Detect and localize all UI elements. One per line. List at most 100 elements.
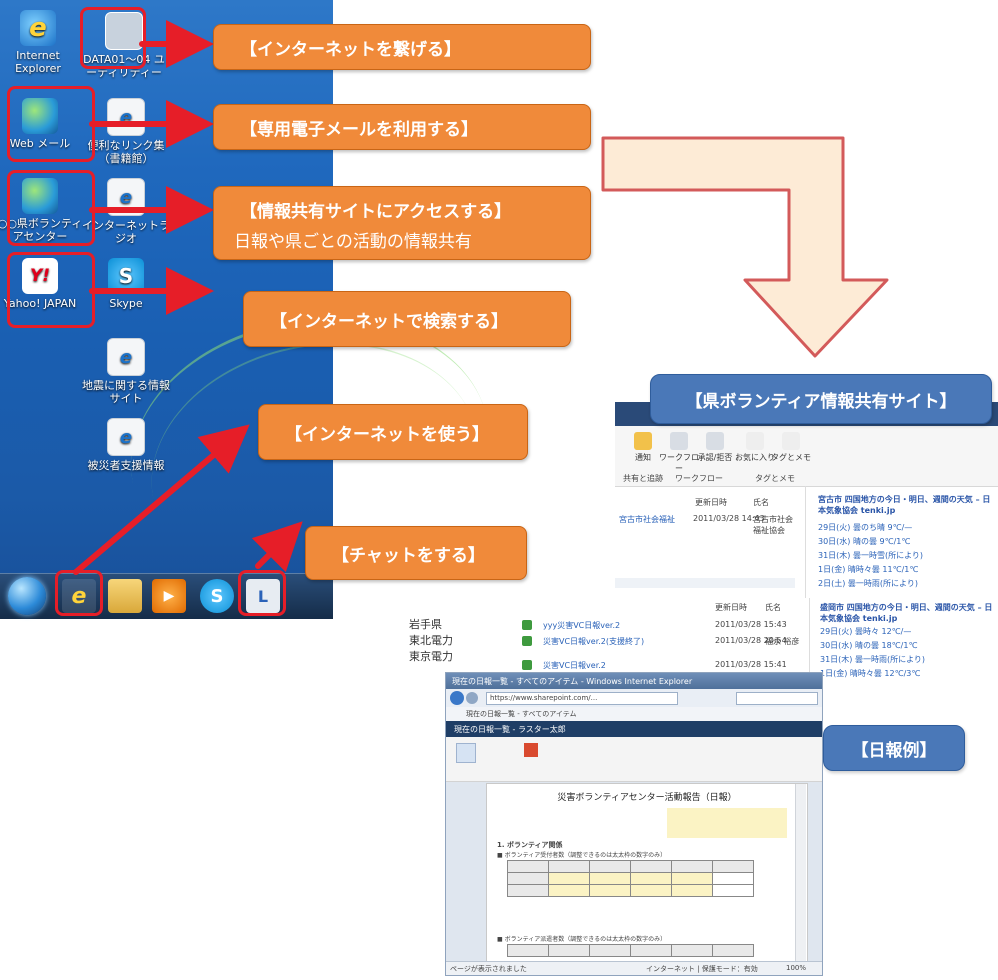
browser-titlebar: 現在の日報一覧 - すべてのアイテム - Windows Internet Ex… (446, 673, 822, 689)
ribbon-tag-button[interactable]: タグとメモ (771, 430, 811, 463)
tag-icon (782, 432, 800, 450)
ribbon-label: 通知 (635, 453, 651, 462)
callout-text: 【インターネットで検索する】 (270, 312, 508, 331)
weather-row[interactable]: 30日(水) 晴の曇 9℃/1℃ (818, 536, 910, 547)
browser-title: 現在の日報一覧 - すべてのアイテム - Windows Internet Ex… (452, 677, 693, 686)
list-cell: 福永 裕彦 (765, 637, 800, 646)
list-cell: 2011/03/28 15:43 (715, 620, 787, 629)
report-page: 災害ボランティアセンター活動報告（日報） 1. ボランティア関係 ■ ボランティ… (486, 783, 808, 963)
ribbon-workflow-button[interactable]: ワークフロー (659, 430, 699, 474)
callout-text: 【インターネットを繋げる】 (240, 40, 461, 59)
document-icon (522, 620, 532, 630)
close-icon[interactable] (524, 743, 538, 757)
dispatch-table (507, 944, 754, 957)
scrollbar[interactable] (615, 578, 795, 588)
arrow-6 (251, 521, 303, 573)
callout-search: 【インターネットで検索する】 (243, 291, 571, 347)
zoom-level[interactable]: 100% (786, 964, 806, 972)
callout-connect-internet: 【インターネットを繋げる】 (213, 24, 591, 70)
security-zone: インターネット | 保護モード：有効 (646, 965, 758, 973)
weather-row[interactable]: 2日(土) 曇一時雨(所により) (818, 578, 918, 589)
callout-chat: 【チャットをする】 (305, 526, 527, 580)
weather-row[interactable]: 1日(金) 晴時々曇 11℃/1℃ (818, 564, 918, 575)
report-ribbon (446, 737, 822, 782)
weather-title-link[interactable]: 宮古市 四国地方の今日・明日、週間の天気 – 日本気象協会 tenki.jp (818, 494, 998, 516)
status-bar: ページが表示されました インターネット | 保護モード：有効 100% (446, 961, 822, 975)
forward-icon[interactable] (466, 692, 478, 704)
document-icon (522, 660, 532, 670)
weather-panel: 宮古市 四国地方の今日・明日、週間の天気 – 日本気象協会 tenki.jp 2… (805, 486, 998, 612)
ribbon-label: ワークフロー (659, 453, 699, 473)
list-item-link[interactable]: 災害VC日報ver.2 (543, 660, 606, 671)
ribbon-label: お気に入り (735, 453, 775, 462)
weather-row[interactable]: 29日(火) 曇時々 12℃/— (820, 626, 911, 637)
report-meta (667, 808, 787, 838)
region-link[interactable]: 東京電力 (409, 648, 453, 664)
callout-email: 【専用電子メールを利用する】 (213, 104, 591, 150)
report-title: 災害ボランティアセンター活動報告（日報） (557, 793, 737, 803)
volunteer-table (507, 860, 754, 897)
ribbon-approve-button[interactable]: 承認/拒否 (695, 430, 735, 463)
weather-row[interactable]: 29日(火) 曇のち晴 9℃/— (818, 522, 912, 533)
sharepoint-header: 現在の日報一覧 - ラスター太郎 (446, 721, 822, 737)
approve-icon (706, 432, 724, 450)
site-label: 【県ボランティア情報共有サイト】 (650, 374, 992, 424)
report-label-text: 【日報例】 (851, 740, 937, 760)
ribbon-favorite-button[interactable]: お気に入り (735, 430, 775, 463)
bell-icon (634, 432, 652, 450)
region-link[interactable]: 東北電力 (409, 632, 453, 648)
search-input[interactable] (736, 692, 818, 705)
favorites-tab[interactable]: 現在の日報一覧 - すべてのアイテム (466, 709, 577, 719)
site-breadcrumb: 現在の日報一覧 - ラスター太郎 (454, 725, 566, 734)
column-header: 更新日時 (715, 603, 747, 612)
list-cell: 宮古市社会福祉協会 (753, 515, 793, 535)
list-item-link[interactable]: 災害VC日報ver.2(支援終了) (543, 636, 644, 647)
ribbon-notify-button[interactable]: 通知 (623, 430, 663, 463)
weather-row[interactable]: 31日(木) 曇一時雪(所により) (818, 550, 923, 561)
edit-icon[interactable] (456, 743, 476, 763)
section-subheading: ■ ボランティア受付者数（調整できるのは太太枠の数字のみ） (497, 852, 667, 859)
section-heading: 1. ボランティア関係 (497, 841, 563, 849)
workflow-icon (670, 432, 688, 450)
ribbon-group-label: ワークフロー (675, 474, 723, 483)
weather-title-link[interactable]: 盛岡市 四国地方の今日・明日、週間の天気 – 日本気象協会 tenki.jp (820, 602, 998, 624)
column-header: 更新日時 (695, 498, 727, 507)
favorite-icon (746, 432, 764, 450)
weather-panel-2: 盛岡市 四国地方の今日・明日、週間の天気 – 日本気象協会 tenki.jp 2… (809, 598, 998, 682)
column-header: 氏名 (753, 498, 769, 507)
status-text: ページが表示されました (450, 965, 527, 973)
document-icon (522, 636, 532, 646)
ribbon-label: 承認/拒否 (697, 453, 733, 462)
site-label-text: 【県ボランティア情報共有サイト】 (685, 391, 957, 411)
callout-text: 【専用電子メールを利用する】 (240, 120, 478, 139)
weather-row[interactable]: 31日(木) 曇一時雨(所により) (820, 654, 925, 665)
callout-text: 【チャットをする】 (332, 546, 485, 565)
ribbon-group-label: タグとメモ (755, 474, 795, 483)
favorites-bar: 現在の日報一覧 - すべてのアイテム (446, 707, 822, 722)
ribbon-group-label: 共有と追跡 (623, 474, 663, 483)
callout-text: 【情報共有サイトにアクセスする】 (240, 202, 512, 221)
region-link[interactable]: 岩手県 (409, 616, 442, 632)
ribbon-label: タグとメモ (771, 453, 811, 462)
list-item-link[interactable]: yyy災害VC日報ver.2 (543, 620, 620, 631)
page-scrollbar[interactable] (795, 784, 806, 962)
browser-window: 現在の日報一覧 - すべてのアイテム - Windows Internet Ex… (445, 672, 823, 976)
address-bar: https://www.sharepoint.com/... (446, 689, 822, 707)
weather-row[interactable]: 1日(金) 晴時々曇 12℃/3℃ (820, 668, 920, 679)
back-icon[interactable] (450, 691, 464, 705)
url-input[interactable]: https://www.sharepoint.com/... (486, 692, 678, 705)
list-item-link[interactable]: 宮古市社会福祉 (619, 514, 675, 525)
section-subheading: ■ ボランティア派遣者数（調整できるのは太太枠の数字のみ） (497, 936, 667, 943)
url-text: https://www.sharepoint.com/... (490, 694, 598, 702)
big-down-arrow (601, 136, 889, 358)
column-header: 氏名 (765, 603, 781, 612)
callout-info-site: 【情報共有サイトにアクセスする】 日報や県ごとの活動の情報共有 (213, 186, 591, 260)
report-example-label: 【日報例】 (823, 725, 965, 771)
callout-text: 【インターネットを使う】 (285, 425, 489, 444)
sharepoint-list-screenshot: 更新日時 氏名 岩手県 東北電力 東京電力 yyy災害VC日報ver.2 201… (397, 598, 998, 682)
weather-row[interactable]: 30日(水) 晴の曇 18℃/1℃ (820, 640, 917, 651)
callout-use-internet: 【インターネットを使う】 (258, 404, 528, 460)
sharepoint-ribbon: 通知 ワークフロー 承認/拒否 お気に入り タグとメモ 共有と追跡 ワークフロー… (615, 426, 998, 487)
callout-subtext: 日報や県ごとの活動の情報共有 (234, 232, 472, 251)
sharepoint-screenshot: 通知 ワークフロー 承認/拒否 お気に入り タグとメモ 共有と追跡 ワークフロー… (615, 402, 998, 612)
